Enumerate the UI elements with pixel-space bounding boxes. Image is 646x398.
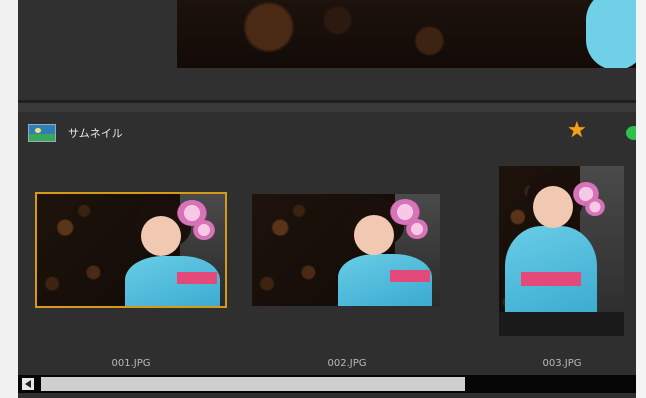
right-margin <box>636 0 646 398</box>
thumbnail-label: 003.JPG <box>542 358 582 369</box>
preview-kimono-detail <box>586 0 636 68</box>
scrollbar-thumb[interactable] <box>41 377 465 391</box>
star-icon[interactable]: ★ <box>567 120 587 142</box>
image-icon <box>28 124 56 142</box>
panel-divider[interactable] <box>18 103 636 112</box>
panel-title: サムネイル <box>68 127 123 140</box>
preview-image <box>177 0 636 68</box>
scroll-left-icon[interactable] <box>22 378 34 390</box>
left-margin <box>0 0 18 398</box>
green-icon[interactable] <box>626 126 636 140</box>
thumbnail-001[interactable] <box>35 192 227 308</box>
thumbnail-002[interactable] <box>252 194 440 306</box>
thumbnail-003[interactable] <box>499 166 624 336</box>
thumbnail-panel-header: サムネイル ★ <box>18 112 636 152</box>
preview-panel <box>18 0 636 103</box>
app-window: サムネイル ★ 001.JPG 002.JPG 003.JPG <box>18 0 636 398</box>
thumbnail-label: 002.JPG <box>327 358 367 369</box>
thumbnail-label: 001.JPG <box>111 358 151 369</box>
